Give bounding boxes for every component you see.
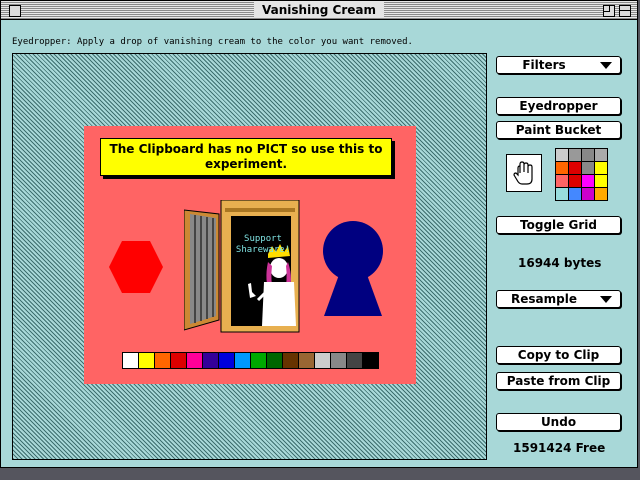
color-swatch[interactable] [235,353,251,368]
bytes-readout: 16944 bytes [518,256,602,270]
tool-hint: Eyedropper: Apply a drop of vanishing cr… [12,37,413,47]
palette-cell[interactable] [595,188,607,200]
color-swatch[interactable] [219,353,235,368]
door-sign-line-2: Shareware! [236,245,290,255]
zoom-box[interactable] [603,5,615,17]
undo-button[interactable]: Undo [496,413,621,431]
paste-from-clip-button[interactable]: Paste from Clip [496,372,621,390]
palette-cell[interactable] [569,175,581,187]
color-swatch[interactable] [203,353,219,368]
close-box[interactable] [9,5,21,17]
color-swatch[interactable] [363,353,378,368]
palette-cell[interactable] [582,175,594,187]
copy-to-clip-button[interactable]: Copy to Clip [496,346,621,364]
color-palette[interactable] [555,148,608,201]
eyedropper-button[interactable]: Eyedropper [496,97,621,115]
palette-cell[interactable] [582,188,594,200]
clipboard-message: The Clipboard has no PICT so use this to… [100,138,392,176]
palette-cell[interactable] [556,162,568,174]
sample-artwork[interactable]: The Clipboard has no PICT so use this to… [84,126,416,384]
palette-cell[interactable] [595,175,607,187]
color-swatch[interactable] [267,353,283,368]
palette-cell[interactable] [582,149,594,161]
color-swatch-strip [122,352,379,369]
color-swatch[interactable] [187,353,203,368]
palette-cell[interactable] [582,162,594,174]
hand-tool-icon[interactable] [506,154,542,192]
collapse-box[interactable] [619,5,631,17]
title-bar[interactable]: Vanishing Cream [1,1,637,20]
palette-cell[interactable] [556,188,568,200]
app-window: Vanishing Cream Eyedropper: Apply a drop… [0,0,638,468]
color-swatch[interactable] [251,353,267,368]
palette-cell[interactable] [569,149,581,161]
chevron-down-icon [600,62,612,69]
color-swatch[interactable] [123,353,139,368]
toggle-grid-button[interactable]: Toggle Grid [496,216,621,234]
paint-bucket-button[interactable]: Paint Bucket [496,121,621,139]
palette-cell[interactable] [556,149,568,161]
image-canvas[interactable]: The Clipboard has no PICT so use this to… [12,53,487,460]
window-title: Vanishing Cream [254,2,384,18]
color-swatch[interactable] [299,353,315,368]
palette-cell[interactable] [569,162,581,174]
chevron-down-icon [600,296,612,303]
color-swatch[interactable] [347,353,363,368]
palette-cell[interactable] [595,149,607,161]
filters-popup[interactable]: Filters [496,56,621,74]
palette-cell[interactable] [569,188,581,200]
color-swatch[interactable] [139,353,155,368]
red-hexagon[interactable] [108,240,164,294]
color-swatch[interactable] [331,353,347,368]
shareware-door[interactable]: Support Shareware! [184,200,302,336]
color-swatch[interactable] [315,353,331,368]
resample-popup[interactable]: Resample [496,290,621,308]
color-swatch[interactable] [155,353,171,368]
door-sign-line-1: Support [244,234,282,244]
free-memory-readout: 1591424 Free [513,441,606,455]
blue-keyhole[interactable] [322,220,384,316]
color-swatch[interactable] [171,353,187,368]
color-swatch[interactable] [283,353,299,368]
palette-cell[interactable] [556,175,568,187]
palette-cell[interactable] [595,162,607,174]
